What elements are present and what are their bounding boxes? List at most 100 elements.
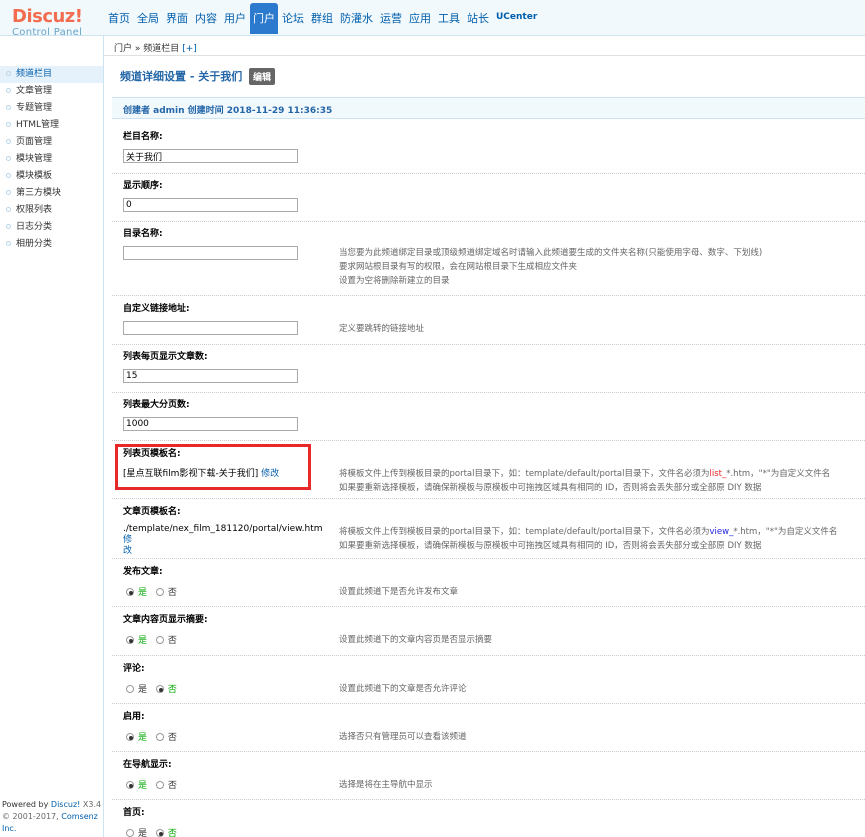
home-radio-group: 是 否 bbox=[126, 826, 183, 837]
logo[interactable]: Discuz! Control Panel bbox=[12, 6, 102, 38]
summary-yes-radio[interactable]: 是 bbox=[126, 633, 147, 646]
add-shortcut-link[interactable]: [+] bbox=[182, 44, 197, 54]
directory-input[interactable] bbox=[123, 246, 298, 260]
divider bbox=[112, 344, 865, 345]
divider bbox=[112, 498, 865, 499]
powered-by: Powered by Discuz! X3.4 bbox=[2, 800, 102, 809]
top-nav: 首页 全局 界面 内容 用户 门户 论坛 群组 防灌水 运营 应用 工具 站长 … bbox=[105, 3, 541, 34]
url-input[interactable] bbox=[123, 321, 298, 335]
nav-tools[interactable]: 工具 bbox=[435, 6, 463, 34]
modify-view-template-link[interactable]: 修改 bbox=[123, 535, 132, 556]
nav-apps[interactable]: 应用 bbox=[406, 6, 434, 34]
sidebar-item-pages[interactable]: 页面管理 bbox=[0, 134, 103, 151]
breadcrumb-text[interactable]: 门户 » 频道栏目 bbox=[114, 44, 179, 54]
summary-no-radio[interactable]: 否 bbox=[155, 633, 177, 646]
field-perpage: 列表每页显示文章数: bbox=[123, 349, 853, 383]
publish-yes-radio[interactable]: 是 bbox=[126, 585, 147, 598]
divider bbox=[112, 221, 865, 222]
divider bbox=[112, 392, 865, 393]
home-no-radio[interactable]: 否 bbox=[155, 826, 177, 837]
nav-webmaster[interactable]: 站长 bbox=[464, 6, 492, 34]
nav-global[interactable]: 全局 bbox=[134, 6, 162, 34]
nav-user[interactable]: 用户 bbox=[221, 6, 249, 34]
field-name: 栏目名称: bbox=[123, 129, 853, 163]
field-view-template: 文章页模板名: ./template/nex_film_181120/porta… bbox=[123, 504, 853, 556]
nav-antispam[interactable]: 防灌水 bbox=[337, 6, 376, 34]
field-directory: 目录名称: 当您要为此频道绑定目录或顶级频道绑定域名时请输入此频道要生成的文件夹… bbox=[123, 226, 853, 286]
publish-tip: 设置此频道下是否允许发布文章 bbox=[339, 587, 459, 597]
perpage-input[interactable] bbox=[123, 369, 298, 383]
field-home: 首页: 是 否 bbox=[123, 805, 853, 837]
sidebar-item-label: 第三方模块 bbox=[16, 188, 62, 198]
sidebar-item-label: 频道栏目 bbox=[16, 69, 53, 79]
nav-forum[interactable]: 论坛 bbox=[279, 6, 307, 34]
enable-no-radio[interactable]: 否 bbox=[155, 730, 177, 743]
comment-radio-group: 是 否 bbox=[126, 682, 183, 696]
sidebar-item-articles[interactable]: 文章管理 bbox=[0, 83, 103, 100]
sidebar-item-permissions[interactable]: 权限列表 bbox=[0, 202, 103, 219]
field-label: 在导航显示: bbox=[123, 760, 172, 770]
sidebar-footer: Powered by Discuz! X3.4 © 2001-2017, Com… bbox=[0, 797, 104, 837]
enable-radio-group: 是 否 bbox=[126, 730, 183, 744]
nav-home[interactable]: 首页 bbox=[105, 6, 133, 34]
list-template-tip: 将模板文件上传到模板目录的portal目录下，如：template/defaul… bbox=[339, 469, 831, 493]
sidebar-item-label: 专题管理 bbox=[16, 103, 53, 113]
sidebar-item-label: 日志分类 bbox=[16, 222, 53, 232]
sidebar-item-label: 文章管理 bbox=[16, 86, 53, 96]
comment-no-radio[interactable]: 否 bbox=[155, 682, 177, 695]
divider bbox=[112, 751, 865, 752]
edit-button[interactable]: 编辑 bbox=[249, 68, 276, 85]
nav-portal[interactable]: 门户 bbox=[250, 3, 278, 34]
nav-group[interactable]: 群组 bbox=[308, 6, 336, 34]
bullet-icon bbox=[6, 190, 11, 195]
discuz-link[interactable]: Discuz! bbox=[51, 800, 80, 809]
shownav-radio-group: 是 否 bbox=[126, 778, 183, 792]
shownav-yes-radio[interactable]: 是 bbox=[126, 778, 147, 791]
bullet-icon bbox=[6, 207, 11, 212]
shownav-no-radio[interactable]: 否 bbox=[155, 778, 177, 791]
home-yes-radio[interactable]: 是 bbox=[126, 826, 147, 837]
field-maxpage: 列表最大分页数: bbox=[123, 397, 853, 431]
field-label: 首页: bbox=[123, 808, 145, 818]
bullet-icon bbox=[6, 173, 11, 178]
nav-interface[interactable]: 界面 bbox=[163, 6, 191, 34]
sidebar-item-album-categories[interactable]: 相册分类 bbox=[0, 236, 103, 253]
sidebar-item-log-categories[interactable]: 日志分类 bbox=[0, 219, 103, 236]
sidebar-item-label: 模块管理 bbox=[16, 154, 53, 164]
maxpage-input[interactable] bbox=[123, 417, 298, 431]
page-title: 频道详细设置 - 关于我们 bbox=[120, 70, 243, 83]
bullet-icon bbox=[6, 105, 11, 110]
field-order: 显示顺序: bbox=[123, 178, 853, 212]
copyright: © 2001-2017, Comsenz Inc. bbox=[2, 812, 98, 833]
field-label: 列表最大分页数: bbox=[123, 400, 190, 410]
comment-tip: 设置此频道下的文章是否允许评论 bbox=[339, 684, 467, 694]
sidebar-item-topics[interactable]: 专题管理 bbox=[0, 100, 103, 117]
nav-operation[interactable]: 运营 bbox=[377, 6, 405, 34]
enable-tip: 选择否只有管理员可以查看该频道 bbox=[339, 732, 467, 742]
url-tip: 定义要跳转的链接地址 bbox=[339, 324, 425, 334]
logo-brand: Discuz! bbox=[12, 6, 83, 27]
name-input[interactable] bbox=[123, 149, 298, 163]
sidebar-item-block-templates[interactable]: 模块模板 bbox=[0, 168, 103, 185]
comment-yes-radio[interactable]: 是 bbox=[126, 682, 147, 695]
field-summary: 文章内容页显示摘要: 是 否 设置此频道下的文章内容页是否显示摘要 bbox=[123, 612, 853, 646]
sidebar-item-channel[interactable]: 频道栏目 bbox=[0, 66, 103, 83]
view-template-value: ./template/nex_film_181120/portal/view.h… bbox=[123, 524, 323, 556]
nav-ucenter[interactable]: UCenter bbox=[493, 6, 540, 34]
sidebar-item-html[interactable]: HTML管理 bbox=[0, 117, 103, 134]
field-label: 自定义链接地址: bbox=[123, 304, 190, 314]
divider bbox=[112, 606, 865, 607]
field-label: 评论: bbox=[123, 664, 145, 674]
field-label: 文章内容页显示摘要: bbox=[123, 615, 208, 625]
sidebar-item-blocks[interactable]: 模块管理 bbox=[0, 151, 103, 168]
divider bbox=[112, 173, 865, 174]
publish-no-radio[interactable]: 否 bbox=[155, 585, 177, 598]
sidebar-item-label: 权限列表 bbox=[16, 205, 53, 215]
sidebar: 频道栏目 文章管理 专题管理 HTML管理 页面管理 模块管理 模块模板 第三方… bbox=[0, 36, 104, 837]
enable-yes-radio[interactable]: 是 bbox=[126, 730, 147, 743]
sidebar-item-third-party[interactable]: 第三方模块 bbox=[0, 185, 103, 202]
field-label: 栏目名称: bbox=[123, 132, 163, 142]
nav-content[interactable]: 内容 bbox=[192, 6, 220, 34]
field-label: 目录名称: bbox=[123, 229, 163, 239]
order-input[interactable] bbox=[123, 198, 298, 212]
